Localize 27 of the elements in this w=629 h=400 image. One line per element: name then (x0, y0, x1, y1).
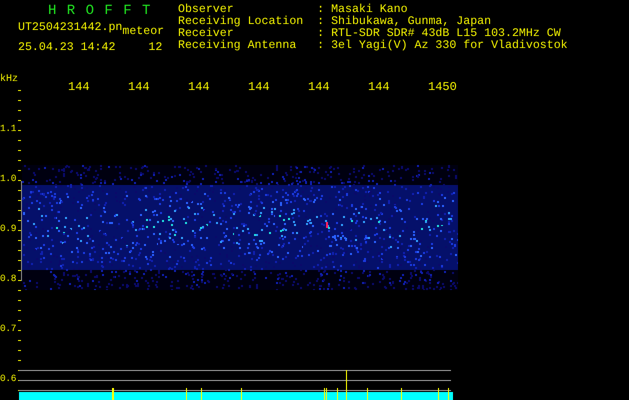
axis-label: 1.0 (0, 173, 16, 185)
station-label: Receiving Antenna (178, 40, 298, 52)
frequency-label: 144 (308, 81, 330, 93)
program-title: H R O F F T (47, 4, 152, 18)
axis-label: 0.8 (0, 273, 16, 285)
axis-label: 0.9 (0, 223, 16, 235)
date-time: 25.04.23 14:42 (18, 42, 116, 54)
station-value: : 3el Yagi(V) Az 330 for Vladivostok (317, 39, 568, 52)
frequency-label: 144 (128, 81, 150, 93)
frequency-label: 1450 (428, 81, 457, 93)
axis-label: 0.6 (0, 373, 16, 385)
frequency-label: 144 (188, 81, 210, 93)
station-label: Observer (178, 4, 234, 16)
event-count: 12 (148, 42, 162, 54)
station-label: Receiver (178, 28, 234, 40)
axis-label: 1.1 (0, 123, 16, 135)
frequency-label: 144 (248, 81, 270, 93)
station-value: : RTL-SDR SDR# 43dB L15 103.2MHz CW (317, 27, 561, 40)
frequency-unit: kHz (0, 74, 18, 86)
station-value: : Shibukawa, Gunma, Japan (317, 15, 492, 28)
station-label: Receiving Location (178, 16, 304, 28)
file-name: UT2504231442.pn (18, 22, 122, 36)
frequency-label: 144 (368, 81, 390, 93)
station-value: : Masaki Kano (317, 3, 408, 16)
frequency-label: 144 (68, 81, 90, 93)
event-type: meteor (122, 26, 164, 38)
axis-label: 0.7 (0, 323, 16, 335)
